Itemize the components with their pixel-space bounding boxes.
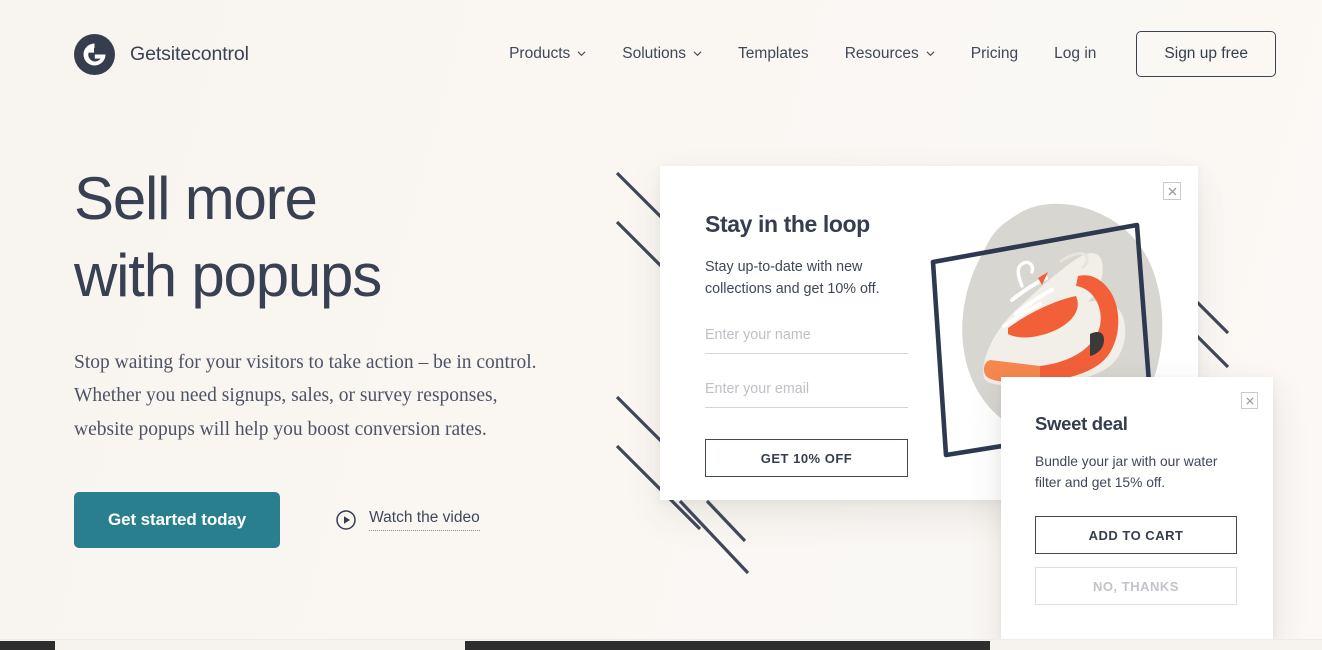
page-root: Getsitecontrol Products Solutions Templa… (0, 0, 1322, 650)
nav-label: Products (509, 45, 571, 62)
headline-line-1: Sell more (74, 165, 318, 232)
hero-cta-row: Get started today Watch the video (74, 492, 634, 549)
nav-label: Pricing (970, 45, 1019, 62)
brand-logo[interactable]: Getsitecontrol (74, 33, 249, 75)
page-title: Sell more with popups (74, 160, 634, 315)
watch-video-label: Watch the video (369, 509, 480, 532)
popup1-title: Stay in the loop (705, 211, 870, 237)
popup-sweet-deal: Sweet deal Bundle your jar with our wate… (1001, 377, 1273, 642)
get-started-button[interactable]: Get started today (74, 492, 281, 549)
getsitecontrol-logo-icon (74, 33, 115, 75)
play-circle-icon (336, 510, 356, 531)
popup1-description-line-2: collections and get 10% off. (705, 280, 880, 297)
signup-free-button[interactable]: Sign up free (1136, 31, 1276, 77)
name-input[interactable] (705, 321, 908, 355)
hero-description-line-3: website popups will help you boost conve… (74, 418, 487, 440)
popup2-description: Bundle your jar with our water filter an… (1035, 452, 1239, 493)
get-10-percent-off-button[interactable]: GET 10% OFF (705, 439, 908, 478)
scrollbar-thumb[interactable] (465, 641, 990, 650)
nav-label: Log in (1054, 45, 1097, 62)
popup1-close-button[interactable] (1163, 182, 1181, 200)
hero-description-line-2: Whether you need signups, sales, or surv… (74, 385, 498, 407)
popup2-title: Sweet deal (1035, 413, 1128, 434)
popup1-description: Stay up-to-date with new collections and… (705, 257, 910, 300)
nav-item-solutions[interactable]: Solutions (604, 37, 720, 71)
nav-item-pricing[interactable]: Pricing (953, 37, 1036, 71)
popup2-description-line-2: filter and get 15% off. (1035, 474, 1166, 490)
headline-line-2: with popups (74, 242, 382, 310)
chevron-down-icon (693, 49, 702, 58)
popup2-description-line-1: Bundle your jar with our water (1035, 454, 1218, 469)
nav-item-resources[interactable]: Resources (827, 37, 953, 71)
nav-item-login[interactable]: Log in (1036, 37, 1114, 71)
nav-item-templates[interactable]: Templates (720, 37, 827, 71)
scrollbar-left-cap[interactable] (0, 641, 55, 650)
add-to-cart-button[interactable]: ADD TO CART (1035, 516, 1237, 555)
popup2-close-button[interactable] (1241, 392, 1258, 409)
close-icon (1168, 187, 1176, 195)
popup1-content: Stay in the loop Stay up-to-date with ne… (660, 166, 910, 478)
popup1-description-line-1: Stay up-to-date with new (705, 259, 863, 275)
hero-description-line-1: Stop waiting for your visitors to take a… (74, 351, 537, 373)
email-input[interactable] (705, 375, 908, 409)
main-navigation: Products Solutions Templates Resources P… (491, 31, 1276, 77)
watch-video-link[interactable]: Watch the video (336, 509, 480, 532)
popup2-content: Sweet deal Bundle your jar with our wate… (1001, 377, 1273, 606)
horizontal-scrollbar[interactable] (0, 639, 1322, 650)
brand-name: Getsitecontrol (130, 42, 249, 65)
nav-label: Solutions (622, 45, 687, 62)
hero-description: Stop waiting for your visitors to take a… (74, 346, 634, 447)
chevron-down-icon (577, 49, 586, 58)
no-thanks-button[interactable]: NO, THANKS (1035, 567, 1237, 606)
nav-label: Templates (738, 45, 809, 62)
hero-section: Sell more with popups Stop waiting for y… (74, 160, 634, 549)
close-icon (1245, 396, 1254, 405)
nav-item-products[interactable]: Products (491, 37, 604, 71)
nav-label: Resources (844, 45, 919, 62)
site-header: Getsitecontrol Products Solutions Templa… (0, 0, 1322, 108)
chevron-down-icon (926, 49, 935, 58)
